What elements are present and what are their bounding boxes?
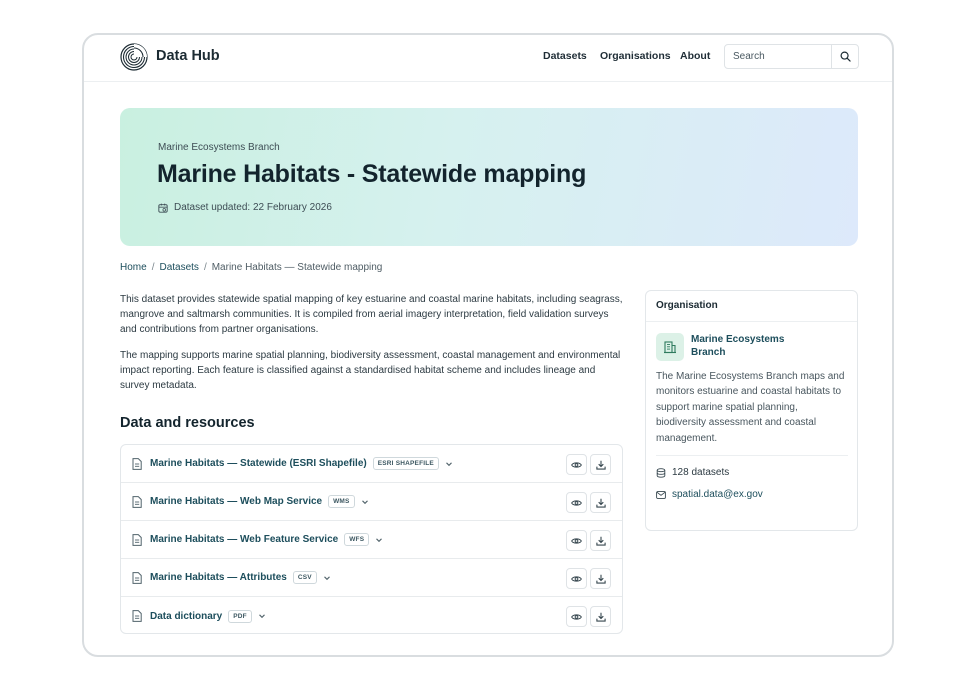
file-icon [132, 533, 142, 546]
format-badge: WFS [344, 533, 370, 546]
organisation-card: Organisation Marine Ecosystems Branch Th… [645, 290, 858, 531]
publisher-label: Marine Ecosystems Branch [158, 142, 280, 153]
download-button[interactable] [590, 492, 611, 513]
preview-button[interactable] [566, 568, 587, 589]
preview-button[interactable] [566, 454, 587, 475]
format-badge: PDF [228, 609, 252, 623]
download-icon [595, 612, 606, 622]
download-button[interactable] [590, 530, 611, 551]
dataset-description-paragraph: This dataset provides statewide spatial … [120, 294, 623, 336]
breadcrumb: Home / Datasets / Marine Habitats — Statewid… [120, 262, 382, 273]
resource-row: Marine Habitats — Web Feature Service WF… [121, 521, 622, 559]
organisation-heading: Organisation [646, 291, 857, 322]
eye-icon [571, 499, 582, 506]
dataset-updated: Dataset updated: 22 February 2026 [158, 202, 332, 213]
brand-name[interactable]: Data Hub [156, 48, 220, 64]
resource-title-link[interactable]: Marine Habitats — Web Feature Service [150, 534, 338, 545]
breadcrumb-current: Marine Habitats — Statewide mapping [211, 262, 383, 273]
organisation-name-link[interactable]: Marine Ecosystems Branch [691, 333, 801, 359]
resource-row: Marine Habitats — Web Map Service WMS [121, 483, 622, 521]
format-badge: WMS [328, 495, 355, 508]
preview-button[interactable] [566, 530, 587, 551]
file-icon [132, 571, 142, 584]
chevron-down-icon[interactable] [322, 573, 332, 583]
chevron-down-icon[interactable] [360, 497, 370, 507]
download-icon [595, 574, 606, 584]
eye-icon [571, 537, 582, 544]
organisation-avatar [656, 333, 684, 361]
resource-row: Marine Habitats — Attributes CSV [121, 559, 622, 597]
nav-about[interactable]: About [680, 50, 710, 62]
datasets-count-text: 128 datasets [672, 467, 730, 478]
search-icon [840, 51, 851, 62]
resource-actions [566, 530, 611, 551]
nav-datasets[interactable]: Datasets [543, 50, 587, 62]
resource-row: Marine Habitats — Statewide (ESRI Shapef… [121, 445, 622, 483]
file-icon [132, 495, 142, 508]
search-box: Search [724, 44, 859, 69]
resource-title-link[interactable]: Marine Habitats — Attributes [150, 572, 287, 583]
resource-row: Data dictionary PDF [121, 597, 622, 635]
download-icon [595, 536, 606, 546]
resource-actions [566, 492, 611, 513]
format-badge: CSV [292, 571, 317, 584]
database-icon [656, 467, 666, 478]
nav-organisations[interactable]: Organisations [600, 50, 671, 62]
resource-title-link[interactable]: Marine Habitats — Web Map Service [150, 496, 322, 507]
page-title: Marine Habitats - Statewide mapping [157, 160, 587, 188]
file-icon [132, 457, 142, 470]
eye-icon [571, 575, 582, 582]
eye-icon [571, 461, 582, 468]
breadcrumb-home[interactable]: Home [120, 262, 147, 273]
search-input[interactable]: Search [725, 51, 831, 62]
chevron-down-icon[interactable] [257, 611, 267, 621]
resource-actions [566, 568, 611, 589]
email-link[interactable]: spatial.data@ex.gov [672, 489, 763, 500]
download-button[interactable] [590, 606, 611, 627]
building-icon [664, 341, 676, 354]
dataset-updated-text: Dataset updated: 22 February 2026 [174, 202, 332, 213]
data-hub-logo-icon[interactable] [120, 43, 148, 71]
chevron-down-icon[interactable] [374, 535, 384, 545]
organisation-email: spatial.data@ex.gov [656, 489, 763, 500]
calendar-icon [158, 203, 168, 213]
preview-button[interactable] [566, 492, 587, 513]
download-button[interactable] [590, 454, 611, 475]
resource-title-link[interactable]: Marine Habitats — Statewide (ESRI Shapef… [150, 458, 367, 469]
search-button[interactable] [831, 45, 858, 68]
dataset-hero-banner: Marine Ecosystems Branch Marine Habitats… [120, 108, 858, 246]
dataset-description-paragraph: The mapping supports marine spatial plan… [120, 350, 621, 392]
file-icon [132, 610, 142, 622]
resource-actions [566, 606, 611, 627]
top-navigation-bar: Data Hub Datasets Organisations About Se… [84, 35, 892, 82]
eye-icon [571, 613, 582, 620]
resource-list: Marine Habitats — Statewide (ESRI Shapef… [120, 444, 623, 634]
organisation-description: The Marine Ecosystems Branch maps and mo… [656, 371, 845, 444]
app-window: Data Hub Datasets Organisations About Se… [82, 33, 894, 657]
preview-button[interactable] [566, 606, 587, 627]
format-badge: ESRI SHAPEFILE [372, 457, 439, 470]
mail-icon [656, 490, 666, 499]
divider [656, 455, 848, 456]
organisation-datasets-count: 128 datasets [656, 467, 729, 478]
breadcrumb-datasets[interactable]: Datasets [159, 262, 198, 273]
breadcrumb-separator: / [203, 262, 207, 273]
resources-heading: Data and resources [120, 415, 255, 431]
chevron-down-icon[interactable] [444, 459, 454, 469]
resource-actions [566, 454, 611, 475]
download-icon [595, 460, 606, 470]
download-icon [595, 498, 606, 508]
download-button[interactable] [590, 568, 611, 589]
breadcrumb-separator: / [151, 262, 155, 273]
resource-title-link[interactable]: Data dictionary [150, 611, 222, 622]
